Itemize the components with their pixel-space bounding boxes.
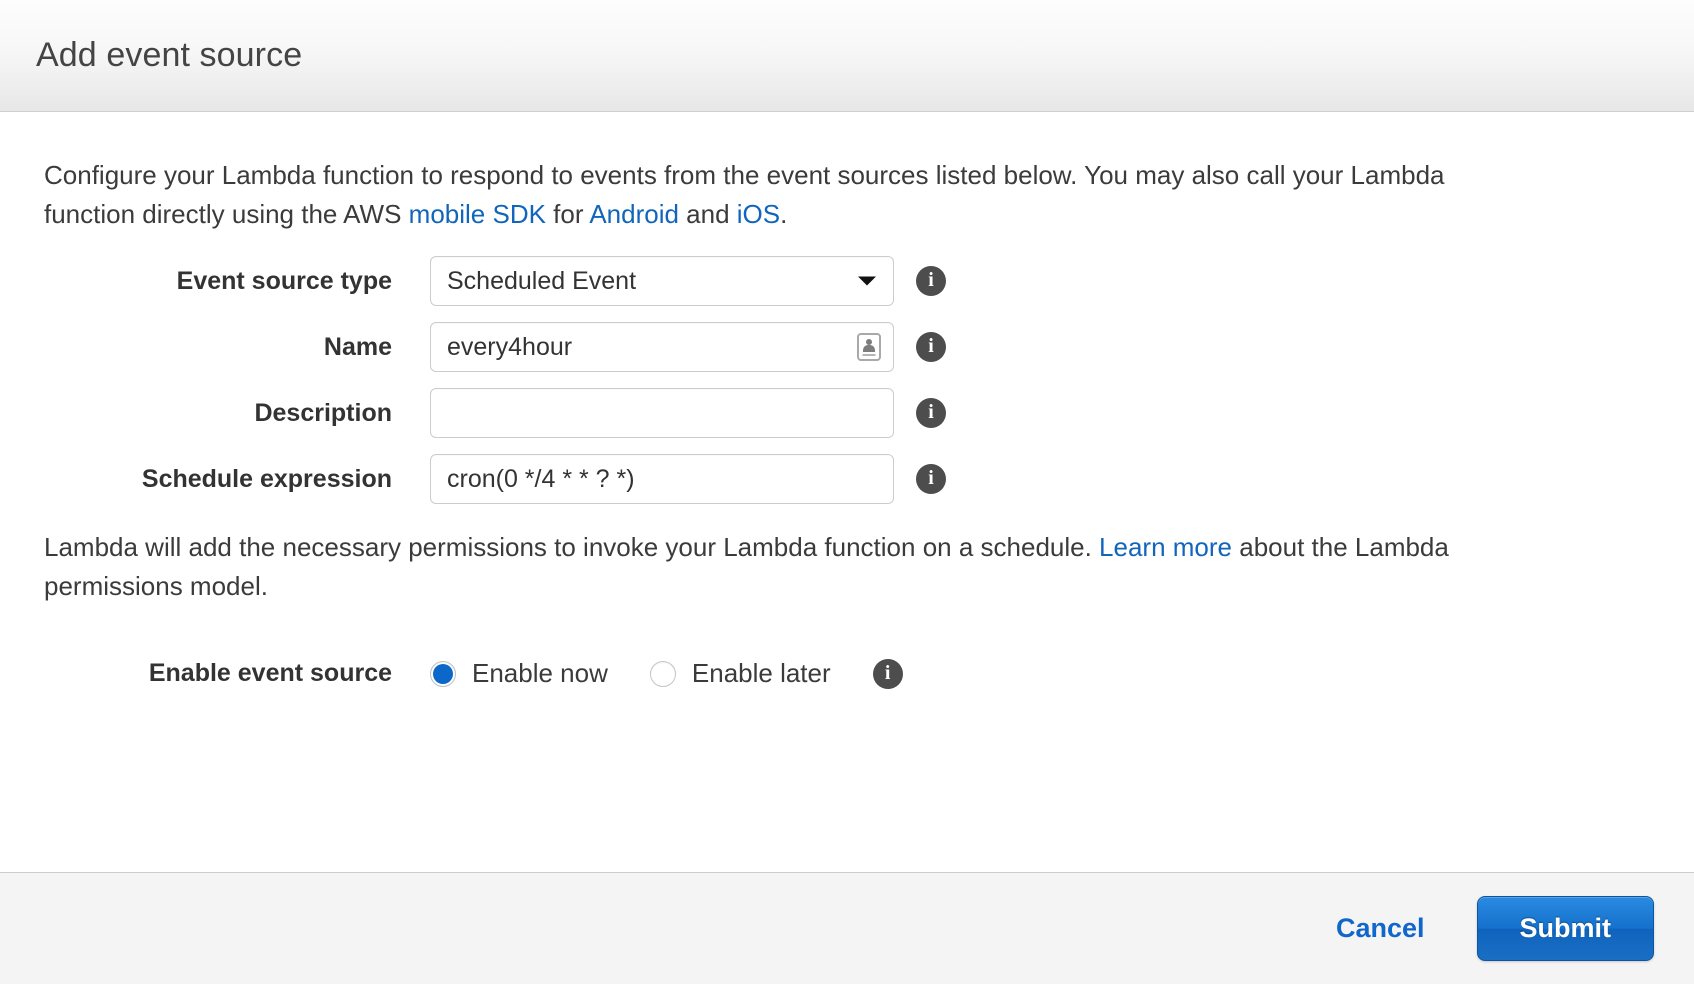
radio-label-enable-later: Enable later [691, 658, 831, 688]
radio-label-enable-now: Enable now [472, 658, 608, 688]
info-icon-enable-event-source[interactable]: i [872, 658, 903, 689]
ios-link[interactable]: iOS [737, 199, 780, 229]
android-link[interactable]: Android [589, 199, 679, 229]
description-label: Description [254, 398, 392, 427]
enable-event-source-label: Enable event source [148, 659, 392, 687]
event-source-type-select[interactable]: Scheduled Event [430, 256, 894, 306]
learn-more-link[interactable]: Learn more [1099, 532, 1232, 562]
info-icon-description[interactable]: i [916, 398, 946, 428]
radio-option-enable-now[interactable]: Enable now [430, 658, 608, 689]
intro-text-part-3: and [678, 199, 737, 229]
permissions-paragraph: Lambda will add the necessary permission… [44, 528, 1504, 606]
event-source-type-field-wrap: Scheduled Event [430, 256, 894, 306]
intro-text-part-4: . [780, 199, 788, 229]
schedule-expression-input[interactable] [430, 454, 894, 504]
event-source-type-label: Event source type [176, 266, 392, 295]
dialog-body: Configure your Lambda function to respon… [0, 112, 1694, 872]
form-row-enable-event-source: Enable event source Enable now Enable la… [44, 658, 1650, 689]
info-icon-event-source-type[interactable]: i [916, 266, 946, 296]
page-title: Add event source [36, 36, 303, 74]
dialog-footer: Cancel Submit [0, 872, 1694, 984]
mobile-sdk-link[interactable]: mobile SDK [409, 199, 546, 229]
name-field-wrap [430, 322, 894, 372]
description-field-wrap [430, 388, 894, 438]
schedule-expression-label: Schedule expression [141, 464, 392, 493]
contact-card-icon[interactable] [857, 333, 881, 361]
radio-enable-now[interactable] [430, 660, 456, 687]
form-row-description: Description i [44, 388, 1650, 438]
cancel-button[interactable]: Cancel [1318, 903, 1443, 954]
permissions-text-part-1: Lambda will add the necessary permission… [44, 532, 1100, 562]
info-icon-name[interactable]: i [916, 332, 946, 362]
schedule-expression-field-wrap [430, 454, 894, 504]
add-event-source-dialog: Add event source Configure your Lambda f… [0, 0, 1694, 984]
radio-option-enable-later[interactable]: Enable later [649, 658, 831, 689]
dialog-header: Add event source [0, 0, 1694, 112]
description-input[interactable] [430, 388, 894, 438]
intro-paragraph: Configure your Lambda function to respon… [44, 156, 1504, 234]
form-row-schedule-expression: Schedule expression i [44, 454, 1650, 504]
intro-text-part-2: for [545, 199, 590, 229]
info-icon-schedule-expression[interactable]: i [916, 464, 946, 494]
form-row-name: Name i [44, 322, 1650, 372]
radio-enable-later[interactable] [649, 660, 676, 687]
name-input[interactable] [430, 322, 894, 372]
form-row-event-source-type: Event source type Scheduled Event i [44, 256, 1650, 306]
name-label: Name [323, 332, 392, 361]
submit-button[interactable]: Submit [1476, 896, 1654, 961]
